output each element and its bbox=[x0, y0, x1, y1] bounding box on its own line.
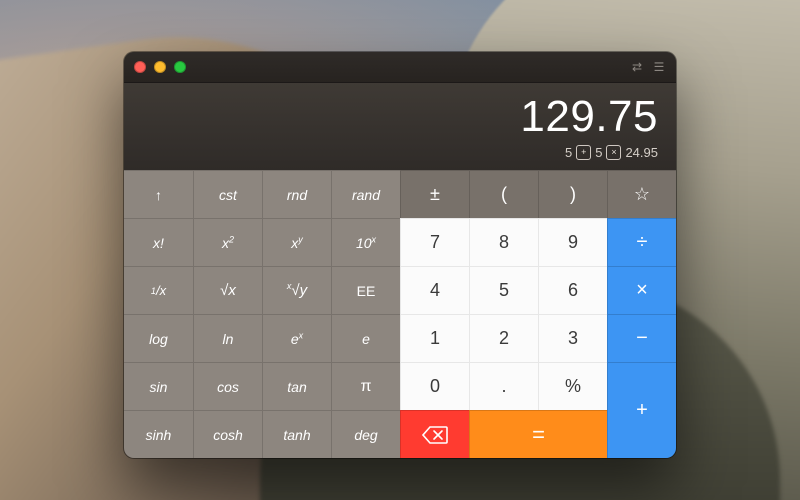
backspace-icon bbox=[422, 426, 448, 444]
plus-minus-button[interactable]: ± bbox=[400, 170, 469, 218]
percent-button[interactable]: % bbox=[538, 362, 607, 410]
ten-power-x-button[interactable]: 10x bbox=[331, 218, 400, 266]
multiply-icon: × bbox=[636, 279, 648, 302]
minimize-button[interactable] bbox=[154, 61, 166, 73]
minus-button[interactable]: − bbox=[607, 314, 676, 362]
swap-icon[interactable]: ⇄ bbox=[630, 60, 644, 74]
plus-icon: + bbox=[636, 399, 648, 422]
favorite-button[interactable]: ☆ bbox=[607, 170, 676, 218]
calculator-window: ⇄ ☰ 129.75 5 + 5 × 24.95 ↑ cst rnd rand … bbox=[124, 52, 676, 458]
digit-1-button[interactable]: 1 bbox=[400, 314, 469, 362]
plus-button[interactable]: + bbox=[607, 362, 676, 458]
divide-button[interactable]: ÷ bbox=[607, 218, 676, 266]
pi-button[interactable]: π bbox=[331, 362, 400, 410]
cos-button[interactable]: cos bbox=[193, 362, 262, 410]
divide-icon: ÷ bbox=[637, 231, 648, 254]
y-root-button[interactable]: x√y bbox=[262, 266, 331, 314]
round-button[interactable]: rnd bbox=[262, 170, 331, 218]
random-button[interactable]: rand bbox=[331, 170, 400, 218]
x-squared-button[interactable]: x2 bbox=[193, 218, 262, 266]
plus-chip-icon: + bbox=[576, 145, 591, 160]
zoom-button[interactable] bbox=[174, 61, 186, 73]
equals-button[interactable]: = bbox=[469, 410, 607, 458]
left-paren-button[interactable]: ( bbox=[469, 170, 538, 218]
tanh-button[interactable]: tanh bbox=[262, 410, 331, 458]
close-button[interactable] bbox=[134, 61, 146, 73]
digit-6-button[interactable]: 6 bbox=[538, 266, 607, 314]
star-icon: ☆ bbox=[634, 184, 650, 205]
expr-part: 5 bbox=[595, 145, 602, 160]
equals-icon: = bbox=[532, 422, 545, 448]
right-paren-button[interactable]: ) bbox=[538, 170, 607, 218]
history-icon[interactable]: ☰ bbox=[652, 60, 666, 74]
display: 129.75 5 + 5 × 24.95 bbox=[124, 83, 676, 170]
digit-0-button[interactable]: 0 bbox=[400, 362, 469, 410]
display-result: 129.75 bbox=[142, 93, 658, 141]
cosh-button[interactable]: cosh bbox=[193, 410, 262, 458]
square-root-button[interactable]: √x bbox=[193, 266, 262, 314]
ee-button[interactable]: EE bbox=[331, 266, 400, 314]
digit-2-button[interactable]: 2 bbox=[469, 314, 538, 362]
log-button[interactable]: log bbox=[124, 314, 193, 362]
digit-9-button[interactable]: 9 bbox=[538, 218, 607, 266]
ln-button[interactable]: ln bbox=[193, 314, 262, 362]
degree-mode-button[interactable]: deg bbox=[331, 410, 400, 458]
euler-e-button[interactable]: e bbox=[331, 314, 400, 362]
digit-7-button[interactable]: 7 bbox=[400, 218, 469, 266]
digit-8-button[interactable]: 8 bbox=[469, 218, 538, 266]
sin-button[interactable]: sin bbox=[124, 362, 193, 410]
shift-up-button[interactable]: ↑ bbox=[124, 170, 193, 218]
tan-button[interactable]: tan bbox=[262, 362, 331, 410]
digit-3-button[interactable]: 3 bbox=[538, 314, 607, 362]
digit-4-button[interactable]: 4 bbox=[400, 266, 469, 314]
expr-part: 5 bbox=[565, 145, 572, 160]
minus-icon: − bbox=[636, 327, 648, 350]
factorial-button[interactable]: x! bbox=[124, 218, 193, 266]
times-chip-icon: × bbox=[606, 145, 621, 160]
decimal-button[interactable]: . bbox=[469, 362, 538, 410]
display-expression: 5 + 5 × 24.95 bbox=[142, 145, 658, 160]
expr-part: 24.95 bbox=[625, 145, 658, 160]
x-power-y-button[interactable]: xy bbox=[262, 218, 331, 266]
digit-5-button[interactable]: 5 bbox=[469, 266, 538, 314]
backspace-button[interactable] bbox=[400, 410, 469, 458]
arrow-up-icon: ↑ bbox=[155, 187, 162, 203]
reciprocal-button[interactable]: 1/x bbox=[124, 266, 193, 314]
constant-button[interactable]: cst bbox=[193, 170, 262, 218]
keypad: ↑ cst rnd rand ± ( ) ☆ x! x2 xy 10x 7 8 bbox=[124, 170, 676, 458]
e-power-x-button[interactable]: ex bbox=[262, 314, 331, 362]
titlebar: ⇄ ☰ bbox=[124, 52, 676, 83]
sinh-button[interactable]: sinh bbox=[124, 410, 193, 458]
multiply-button[interactable]: × bbox=[607, 266, 676, 314]
